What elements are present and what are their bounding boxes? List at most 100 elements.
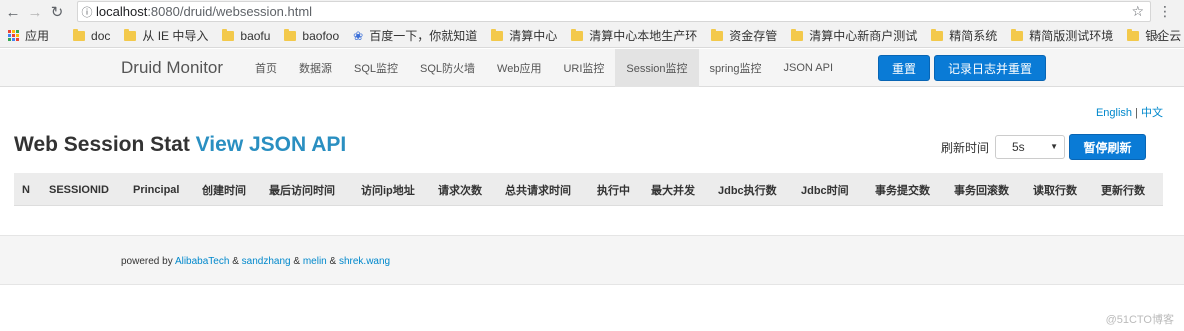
folder-icon bbox=[124, 28, 137, 41]
url-host: localhost bbox=[96, 4, 148, 19]
folder-icon bbox=[791, 28, 804, 41]
folder-icon bbox=[222, 28, 235, 41]
refresh-interval-select[interactable]: 5s ▼ bbox=[995, 135, 1065, 159]
url-path: :8080/druid/websession.html bbox=[147, 4, 313, 19]
bookmarks-bar: 应用 doc 从 IE 中导入 baofu baofoo ❀ 百度一下，你就知道 … bbox=[0, 24, 1184, 48]
druid-navbar: Druid Monitor 首页 数据源 SQL监控 SQL防火墙 Web应用 … bbox=[0, 49, 1184, 87]
nav-sql-monitor[interactable]: SQL监控 bbox=[343, 49, 409, 87]
reload-icon[interactable]: ↻ bbox=[46, 1, 68, 23]
column-header[interactable]: 执行中 bbox=[597, 173, 630, 206]
page-footer: powered by AlibabaTech & sandzhang & mel… bbox=[0, 235, 1184, 285]
bookmark-label: 百度一下，你就知道 bbox=[369, 29, 478, 43]
bookmarks-overflow-icon[interactable]: » bbox=[1155, 28, 1162, 43]
page-title-text: Web Session Stat bbox=[14, 133, 190, 156]
column-header[interactable]: 最后访问时间 bbox=[269, 173, 335, 206]
watermark: @51CTO博客 bbox=[1105, 314, 1174, 326]
bookmark-doc[interactable]: doc bbox=[73, 28, 110, 43]
column-header[interactable]: 事务回滚数 bbox=[954, 173, 1009, 206]
folder-icon bbox=[1127, 28, 1140, 41]
column-header[interactable]: 访问ip地址 bbox=[361, 173, 415, 206]
folder-icon bbox=[571, 28, 584, 41]
menu-dots-icon[interactable]: ⋮ bbox=[1158, 3, 1172, 19]
bookmark-label: baofu bbox=[240, 28, 271, 43]
bookmark-fund-custody[interactable]: 资金存管 bbox=[711, 27, 777, 44]
bookmark-apps[interactable]: 应用 bbox=[8, 27, 49, 44]
reset-button[interactable]: 重置 bbox=[878, 55, 930, 81]
address-bar[interactable]: ⓘ localhost:8080/druid/websession.html ☆ bbox=[77, 1, 1151, 22]
column-header[interactable]: 读取行数 bbox=[1033, 173, 1077, 206]
footer-credits: powered by AlibabaTech & sandzhang & mel… bbox=[121, 256, 390, 267]
lang-english-link[interactable]: English bbox=[1096, 107, 1132, 119]
pause-refresh-button[interactable]: 暂停刷新 bbox=[1069, 134, 1146, 160]
bookmark-label: 资金存管 bbox=[729, 29, 778, 43]
column-header[interactable]: 事务提交数 bbox=[875, 173, 930, 206]
column-header[interactable]: 总共请求时间 bbox=[505, 173, 571, 206]
bookmark-clearing-center[interactable]: 清算中心 bbox=[491, 27, 557, 44]
bookmark-label: 精简系统 bbox=[949, 29, 998, 43]
folder-icon bbox=[491, 28, 504, 41]
footer-prefix: powered by bbox=[121, 256, 173, 267]
bookmark-label: 从 IE 中导入 bbox=[142, 29, 209, 43]
bookmark-baofu[interactable]: baofu bbox=[222, 28, 271, 43]
folder-icon bbox=[284, 28, 297, 41]
column-header[interactable]: 更新行数 bbox=[1101, 173, 1145, 206]
nav-home[interactable]: 首页 bbox=[244, 49, 288, 87]
bookmark-lite-system[interactable]: 精简系统 bbox=[931, 27, 997, 44]
bookmark-label: 应用 bbox=[25, 29, 50, 43]
footer-sep: & bbox=[293, 256, 301, 267]
nav-web-app[interactable]: Web应用 bbox=[486, 49, 552, 87]
lang-chinese-link[interactable]: 中文 bbox=[1141, 107, 1163, 119]
bookmark-lite-test[interactable]: 精简版测试环境 bbox=[1011, 27, 1113, 44]
brand-title[interactable]: Druid Monitor bbox=[121, 58, 223, 78]
bookmark-star-icon[interactable]: ☆ bbox=[1131, 2, 1144, 21]
log-and-reset-button[interactable]: 记录日志并重置 bbox=[934, 55, 1046, 81]
nav-sql-firewall[interactable]: SQL防火墙 bbox=[409, 49, 486, 87]
author-link-shrek-wang[interactable]: shrek.wang bbox=[339, 256, 390, 267]
forward-arrow-icon[interactable]: → bbox=[24, 1, 46, 23]
nav-uri-monitor[interactable]: URI监控 bbox=[552, 49, 615, 87]
column-header[interactable]: SESSIONID bbox=[49, 173, 109, 206]
footer-sep: & bbox=[329, 256, 337, 267]
back-arrow-icon[interactable]: ← bbox=[2, 1, 24, 23]
baidu-paw-icon: ❀ bbox=[353, 28, 364, 43]
nav-spring-monitor[interactable]: spring监控 bbox=[699, 49, 773, 87]
folder-icon bbox=[931, 28, 944, 41]
bookmark-label: 银企云 bbox=[1145, 29, 1182, 43]
column-header[interactable]: 请求次数 bbox=[438, 173, 482, 206]
author-link-alibabatech[interactable]: AlibabaTech bbox=[175, 256, 229, 267]
column-header[interactable]: Jdbc执行数 bbox=[718, 173, 777, 206]
info-icon[interactable]: ⓘ bbox=[78, 4, 96, 20]
bookmark-label: baofoo bbox=[302, 28, 340, 43]
column-header[interactable]: 创建时间 bbox=[202, 173, 246, 206]
bookmark-label: 清算中心新商户测试 bbox=[809, 29, 918, 43]
nav-menu: 首页 数据源 SQL监控 SQL防火墙 Web应用 URI监控 Session监… bbox=[244, 49, 844, 87]
bookmark-clearing-local[interactable]: 清算中心本地生产环 bbox=[571, 27, 697, 44]
column-header[interactable]: N bbox=[22, 173, 30, 206]
bookmark-clearing-new-merchant[interactable]: 清算中心新商户测试 bbox=[791, 27, 917, 44]
apps-grid-icon bbox=[8, 30, 19, 41]
bookmark-ie-import[interactable]: 从 IE 中导入 bbox=[124, 27, 208, 44]
nav-json-api[interactable]: JSON API bbox=[773, 49, 845, 87]
bookmark-baofoo[interactable]: baofoo bbox=[284, 28, 340, 43]
nav-session-monitor[interactable]: Session监控 bbox=[615, 49, 699, 87]
nav-datasource[interactable]: 数据源 bbox=[288, 49, 343, 87]
folder-icon bbox=[1011, 28, 1024, 41]
column-header[interactable]: 最大并发 bbox=[651, 173, 695, 206]
bookmark-baidu[interactable]: ❀ 百度一下，你就知道 bbox=[353, 27, 477, 44]
session-table-header: N SESSIONID Principal 创建时间 最后访问时间 访问ip地址… bbox=[14, 173, 1163, 206]
folder-icon bbox=[711, 28, 724, 41]
column-header[interactable]: Principal bbox=[133, 173, 179, 206]
column-header[interactable]: Jdbc时间 bbox=[801, 173, 849, 206]
view-json-api-link[interactable]: View JSON API bbox=[196, 133, 347, 156]
author-link-sandzhang[interactable]: sandzhang bbox=[242, 256, 291, 267]
bookmark-label: 清算中心 bbox=[509, 29, 558, 43]
browser-toolbar: ← → ↻ ⓘ localhost:8080/druid/websession.… bbox=[0, 0, 1184, 24]
refresh-interval-value: 5s bbox=[1012, 140, 1025, 154]
author-link-melin[interactable]: melin bbox=[303, 256, 327, 267]
language-switch: English | 中文 bbox=[1096, 104, 1163, 120]
refresh-interval-label: 刷新时间 bbox=[941, 141, 990, 155]
bookmark-label: 清算中心本地生产环 bbox=[589, 29, 698, 43]
page-title: Web Session Stat View JSON API bbox=[14, 133, 346, 157]
lang-separator: | bbox=[1135, 107, 1138, 119]
folder-icon bbox=[73, 28, 86, 41]
